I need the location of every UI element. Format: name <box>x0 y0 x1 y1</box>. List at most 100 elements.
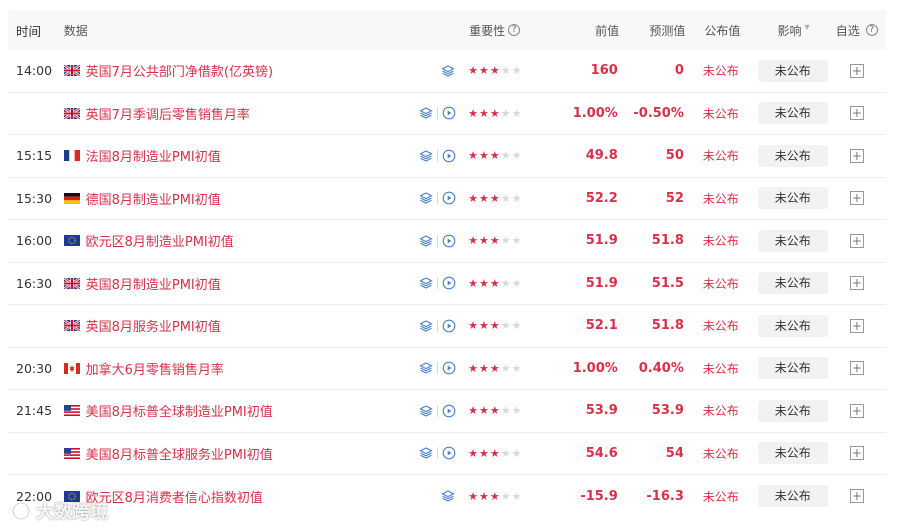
importance-stars: ★ ★ ★ ★ ★ <box>460 362 555 375</box>
uk-flag-icon <box>63 65 80 77</box>
layers-icon[interactable] <box>419 361 433 375</box>
add-favorite-icon[interactable]: + <box>849 403 864 418</box>
layers-icon[interactable] <box>419 191 433 205</box>
layers-icon[interactable] <box>419 149 433 163</box>
event-cell[interactable]: 英国8月制造业PMI初值 <box>63 274 410 293</box>
layers-icon[interactable] <box>419 319 433 333</box>
play-icon[interactable] <box>442 106 456 120</box>
add-favorite-icon[interactable]: + <box>849 191 864 206</box>
favorite-cell: + <box>828 233 886 248</box>
layers-icon[interactable] <box>419 276 433 290</box>
star-icon: ★ <box>489 149 500 163</box>
forecast-value: -16.3 <box>646 488 684 504</box>
event-cell[interactable]: 美国8月标普全球制造业PMI初值 <box>63 401 410 420</box>
table-row[interactable]: 16:30 英国8月制造业PMI初值 ★ ★ ★ ★ ★ 51.9 51.5 未公布 未… <box>8 263 886 305</box>
table-row[interactable]: 16:00 欧元区8月制造业PMI初值 ★ ★ ★ ★ ★ 51.9 51.8 未公布 … <box>8 220 886 263</box>
table-row[interactable]: 14:00 英国7月公共部门净借款(亿英镑) ★ ★ ★ ★ ★ 160 0 未公布 未… <box>8 50 886 93</box>
layers-icon[interactable] <box>441 64 455 78</box>
event-name[interactable]: 欧元区8月制造业PMI初值 <box>86 231 234 250</box>
star-icon: ★ <box>479 234 489 248</box>
table-body: 14:00 英国7月公共部门净借款(亿英镑) ★ ★ ★ ★ ★ 160 0 未公布 未… <box>8 50 886 518</box>
event-name[interactable]: 英国8月服务业PMI初值 <box>86 316 221 335</box>
previous-value: 49.8 <box>585 148 618 164</box>
add-favorite-icon[interactable]: + <box>849 148 864 163</box>
event-cell[interactable]: 英国7月季调后零售销售月率 <box>63 104 410 123</box>
star-icon: ★ <box>500 234 511 248</box>
event-name[interactable]: 美国8月标普全球制造业PMI初值 <box>86 401 273 420</box>
star-icon: ★ <box>489 276 500 290</box>
play-icon[interactable] <box>442 319 456 333</box>
table-row[interactable]: 21:45 美国8月标普全球制造业PMI初值 ★ ★ ★ ★ ★ 53.9 53.9 未… <box>8 390 886 433</box>
star-icon: ★ <box>500 446 511 460</box>
table-row[interactable]: 英国7月季调后零售销售月率 ★ ★ ★ ★ ★ 1.00% -0.50% 未公布 未公布… <box>8 93 886 135</box>
star-icon: ★ <box>489 319 500 333</box>
play-icon[interactable] <box>442 191 456 205</box>
table-row[interactable]: 20:30 加拿大6月零售销售月率 ★ ★ ★ ★ ★ 1.00% 0.40% 未公布 … <box>8 348 886 390</box>
event-cell[interactable]: 加拿大6月零售销售月率 <box>63 359 410 378</box>
impact-badge: 未公布 <box>757 485 828 508</box>
impact-badge: 未公布 <box>757 59 828 82</box>
divider <box>437 319 439 332</box>
event-name[interactable]: 英国7月季调后零售销售月率 <box>86 104 250 123</box>
add-favorite-icon[interactable]: + <box>849 106 864 121</box>
add-favorite-icon[interactable]: + <box>849 233 864 248</box>
help-icon[interactable]: ? <box>865 24 878 36</box>
uk-flag-icon <box>63 107 80 119</box>
table-row[interactable]: 15:15 法国8月制造业PMI初值 ★ ★ ★ ★ ★ 49.8 50 未公布 未公布… <box>8 135 886 178</box>
fr-flag-icon <box>63 150 80 162</box>
add-favorite-icon[interactable]: + <box>849 489 864 504</box>
layers-icon[interactable] <box>419 106 433 120</box>
star-icon: ★ <box>479 149 489 163</box>
table-row[interactable]: 15:30 德国8月制造业PMI初值 ★ ★ ★ ★ ★ 52.2 52 未公布 未公布… <box>8 178 886 220</box>
event-name[interactable]: 法国8月制造业PMI初值 <box>86 146 221 165</box>
play-icon[interactable] <box>442 149 456 163</box>
table-row[interactable]: 22:00 欧元区8月消费者信心指数初值 ★ ★ ★ ★ ★ -15.9 -16.3 未… <box>8 475 886 518</box>
star-icon: ★ <box>500 319 511 333</box>
event-name[interactable]: 英国8月制造业PMI初值 <box>86 274 221 293</box>
layers-icon[interactable] <box>419 446 433 460</box>
layers-icon[interactable] <box>419 234 433 248</box>
event-cell[interactable]: 欧元区8月制造业PMI初值 <box>63 231 410 250</box>
play-icon[interactable] <box>442 276 456 290</box>
layers-icon[interactable] <box>441 489 455 503</box>
play-icon[interactable] <box>442 234 456 248</box>
published-value: 未公布 <box>702 106 739 121</box>
star-icon: ★ <box>500 361 511 375</box>
economic-calendar-table: 时间 数据 重要性 ? 前值 预测值 公布值 影响 ▾ 自选 ? 14:00 英… <box>8 10 886 518</box>
add-favorite-icon[interactable]: + <box>849 63 864 78</box>
event-name[interactable]: 德国8月制造业PMI初值 <box>86 189 221 208</box>
event-name[interactable]: 加拿大6月零售销售月率 <box>86 359 224 378</box>
event-name[interactable]: 欧元区8月消费者信心指数初值 <box>86 487 263 506</box>
event-cell[interactable]: 英国7月公共部门净借款(亿英镑) <box>63 61 410 80</box>
play-icon[interactable] <box>442 361 456 375</box>
play-icon[interactable] <box>442 446 456 460</box>
header-importance[interactable]: 重要性 ? <box>461 22 557 39</box>
event-name[interactable]: 英国7月公共部门净借款(亿英镑) <box>86 61 273 80</box>
add-favorite-icon[interactable]: + <box>849 361 864 376</box>
play-icon[interactable] <box>442 404 456 418</box>
impact-cell: 未公布 <box>757 144 828 167</box>
favorite-cell: + <box>828 446 886 461</box>
layers-icon[interactable] <box>419 404 433 418</box>
table-row[interactable]: 美国8月标普全球服务业PMI初值 ★ ★ ★ ★ ★ 54.6 54 未公布 未公布 + <box>8 433 886 475</box>
event-name[interactable]: 美国8月标普全球服务业PMI初值 <box>86 444 273 463</box>
forecast-value: 51.8 <box>651 233 684 249</box>
chevron-down-icon[interactable]: ▾ <box>804 22 809 39</box>
previous-value: 52.2 <box>585 190 618 206</box>
event-cell[interactable]: 德国8月制造业PMI初值 <box>63 189 410 208</box>
star-icon: ★ <box>479 446 489 460</box>
add-favorite-icon[interactable]: + <box>849 276 864 291</box>
event-cell[interactable]: 美国8月标普全球服务业PMI初值 <box>63 444 410 463</box>
event-cell[interactable]: 英国8月服务业PMI初值 <box>63 316 410 335</box>
help-icon[interactable]: ? <box>508 24 521 36</box>
event-actions <box>410 149 461 163</box>
add-favorite-icon[interactable]: + <box>849 446 864 461</box>
event-cell[interactable]: 法国8月制造业PMI初值 <box>63 146 410 165</box>
table-row[interactable]: 英国8月服务业PMI初值 ★ ★ ★ ★ ★ 52.1 51.8 未公布 未公布 + <box>8 305 886 348</box>
star-icon: ★ <box>479 64 489 78</box>
event-cell[interactable]: 欧元区8月消费者信心指数初值 <box>63 487 410 506</box>
published-value: 未公布 <box>702 64 739 79</box>
header-impact[interactable]: 影响 ▾ <box>759 22 827 39</box>
importance-stars: ★ ★ ★ ★ ★ <box>460 64 555 77</box>
add-favorite-icon[interactable]: + <box>849 318 864 333</box>
